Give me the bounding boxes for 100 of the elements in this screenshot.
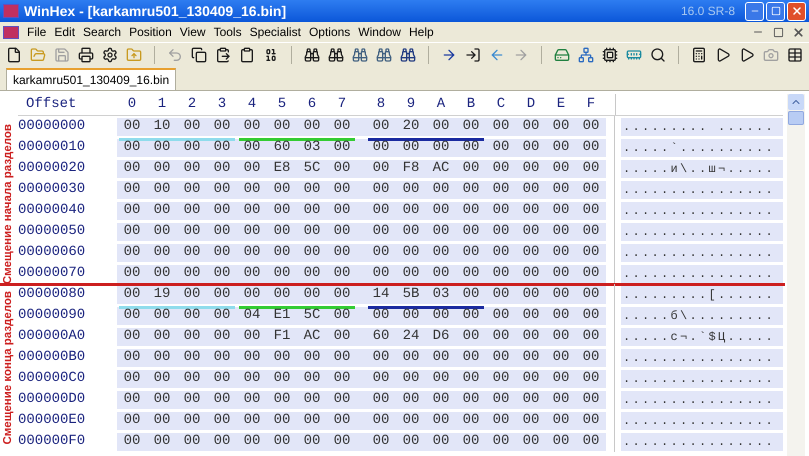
hex-byte[interactable]: F8 xyxy=(396,158,426,179)
hex-byte[interactable]: 00 xyxy=(297,284,327,305)
hex-byte[interactable]: 00 xyxy=(117,347,147,368)
hex-byte[interactable]: 00 xyxy=(456,305,486,326)
hex-byte[interactable]: 00 xyxy=(366,200,396,221)
hex-byte[interactable]: 00 xyxy=(546,242,576,263)
hex-byte[interactable]: 00 xyxy=(576,263,606,284)
hex-byte[interactable]: 00 xyxy=(516,179,546,200)
hex-byte[interactable]: 00 xyxy=(546,410,576,431)
hex-byte[interactable]: 00 xyxy=(486,200,516,221)
hex-byte[interactable]: 00 xyxy=(117,242,147,263)
hex-byte[interactable]: 00 xyxy=(546,347,576,368)
hex-byte[interactable]: 00 xyxy=(576,284,606,305)
hex-byte[interactable]: 00 xyxy=(117,263,147,284)
hex-byte[interactable]: 00 xyxy=(237,137,267,158)
hex-byte[interactable]: 00 xyxy=(237,221,267,242)
hex-byte[interactable]: 00 xyxy=(207,368,237,389)
hex-byte[interactable]: 00 xyxy=(366,158,396,179)
hex-byte[interactable]: 5B xyxy=(396,284,426,305)
hex-byte[interactable]: 00 xyxy=(486,326,516,347)
hex-byte[interactable]: 00 xyxy=(576,347,606,368)
hex-byte[interactable]: 00 xyxy=(177,200,207,221)
hex-byte[interactable]: 03 xyxy=(426,284,456,305)
hex-byte[interactable]: 00 xyxy=(237,242,267,263)
hex-byte[interactable]: 00 xyxy=(516,221,546,242)
hex-byte[interactable]: 00 xyxy=(297,263,327,284)
hex-byte[interactable]: 00 xyxy=(396,389,426,410)
hex-byte[interactable]: 20 xyxy=(396,116,426,137)
hex-byte[interactable]: 00 xyxy=(396,242,426,263)
hex-byte[interactable]: 00 xyxy=(267,410,297,431)
menu-item[interactable]: Window xyxy=(354,23,405,41)
hex-byte[interactable]: 00 xyxy=(327,179,357,200)
hex-byte[interactable]: 00 xyxy=(366,137,396,158)
hex-byte[interactable]: 00 xyxy=(297,410,327,431)
hex-byte[interactable]: 00 xyxy=(207,347,237,368)
hex-byte[interactable]: 00 xyxy=(426,389,456,410)
hex-byte[interactable]: D6 xyxy=(426,326,456,347)
hex-byte[interactable]: 00 xyxy=(366,179,396,200)
hex-byte[interactable]: 00 xyxy=(516,368,546,389)
hex-byte[interactable]: 00 xyxy=(366,368,396,389)
hex-byte[interactable]: 00 xyxy=(366,263,396,284)
hex-byte[interactable]: 00 xyxy=(486,242,516,263)
hex-byte[interactable]: 00 xyxy=(297,242,327,263)
hex-byte[interactable]: 00 xyxy=(207,158,237,179)
hex-byte[interactable]: 00 xyxy=(267,368,297,389)
hex-byte[interactable]: 04 xyxy=(237,305,267,326)
hex-byte[interactable]: 00 xyxy=(207,179,237,200)
hex-byte[interactable]: 00 xyxy=(147,137,177,158)
hex-byte[interactable]: 00 xyxy=(327,200,357,221)
hex-byte[interactable]: 00 xyxy=(297,179,327,200)
hex-byte[interactable]: 00 xyxy=(147,200,177,221)
hex-byte[interactable]: 00 xyxy=(486,389,516,410)
hex-byte[interactable]: 00 xyxy=(177,137,207,158)
hex-byte[interactable]: 00 xyxy=(456,389,486,410)
hex-byte[interactable]: 00 xyxy=(147,389,177,410)
hex-byte[interactable]: 00 xyxy=(486,305,516,326)
hex-byte[interactable]: 00 xyxy=(546,389,576,410)
hex-byte[interactable]: AC xyxy=(297,326,327,347)
hex-byte[interactable]: 00 xyxy=(327,389,357,410)
hex-byte[interactable]: 00 xyxy=(267,284,297,305)
hex-byte[interactable]: 00 xyxy=(486,410,516,431)
hex-byte[interactable]: AC xyxy=(426,158,456,179)
hex-byte[interactable]: 00 xyxy=(576,431,606,452)
hex-byte[interactable]: 00 xyxy=(426,410,456,431)
hex-byte[interactable]: 00 xyxy=(177,116,207,137)
hex-byte[interactable]: 00 xyxy=(516,200,546,221)
hex-byte[interactable]: 00 xyxy=(207,431,237,452)
scrollbar[interactable] xyxy=(787,94,805,456)
hex-byte[interactable]: 00 xyxy=(426,242,456,263)
hex-byte[interactable]: 24 xyxy=(396,326,426,347)
menu-item[interactable]: View xyxy=(176,23,210,41)
menu-item[interactable]: Help xyxy=(404,23,438,41)
hex-byte[interactable]: 00 xyxy=(147,410,177,431)
hex-byte[interactable]: 00 xyxy=(516,158,546,179)
hex-byte[interactable]: 00 xyxy=(576,200,606,221)
hex-byte[interactable]: 00 xyxy=(516,137,546,158)
hex-byte[interactable]: 00 xyxy=(177,389,207,410)
hex-byte[interactable]: 00 xyxy=(207,410,237,431)
hex-byte[interactable]: 00 xyxy=(147,326,177,347)
hex-byte[interactable]: 00 xyxy=(456,284,486,305)
scroll-thumb[interactable] xyxy=(788,111,804,125)
hex-byte[interactable]: 00 xyxy=(237,410,267,431)
hex-byte[interactable]: 00 xyxy=(147,242,177,263)
hex-byte[interactable]: 00 xyxy=(117,326,147,347)
hex-byte[interactable]: 00 xyxy=(486,137,516,158)
hex-byte[interactable]: 00 xyxy=(366,116,396,137)
hex-byte[interactable]: 00 xyxy=(546,368,576,389)
hex-byte[interactable]: 00 xyxy=(456,137,486,158)
hex-byte[interactable]: 00 xyxy=(207,305,237,326)
hex-byte[interactable]: 00 xyxy=(396,410,426,431)
hex-byte[interactable]: 00 xyxy=(267,347,297,368)
hex-byte[interactable]: 00 xyxy=(327,305,357,326)
menu-item[interactable]: Specialist xyxy=(246,23,305,41)
hex-byte[interactable]: 00 xyxy=(576,116,606,137)
menu-item[interactable]: File xyxy=(23,23,50,41)
hex-byte[interactable]: 00 xyxy=(177,368,207,389)
hex-byte[interactable]: 00 xyxy=(396,200,426,221)
hex-byte[interactable]: 00 xyxy=(177,179,207,200)
hex-byte[interactable]: 00 xyxy=(426,200,456,221)
hex-byte[interactable]: 00 xyxy=(426,221,456,242)
